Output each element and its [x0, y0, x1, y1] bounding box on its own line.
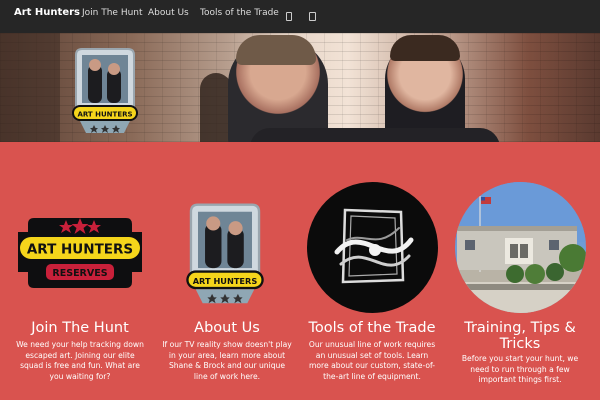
phone-icon[interactable] [286, 12, 292, 21]
hero-dark-window [0, 33, 60, 142]
hero-hair-shane [236, 35, 316, 65]
tools-sketch-icon [334, 208, 414, 284]
nav-item-about-us[interactable]: About Us [148, 8, 189, 18]
feature-text-training-tips-tricks: Before you start your hunt, we need to r… [461, 354, 579, 385]
building-photo-icon [455, 182, 586, 313]
hero-banner: ART HUNTERS [0, 33, 600, 142]
tablet-icon[interactable] [309, 12, 316, 21]
nav-item-join-the-hunt[interactable]: Join The Hunt [82, 8, 143, 18]
feature-title-about-us[interactable]: About Us [157, 320, 297, 336]
hero-hair-brock [390, 35, 460, 61]
feature-title-tools-of-the-trade[interactable]: Tools of the Trade [302, 320, 442, 336]
feature-title-training-tips-tricks[interactable]: Training, Tips & Tricks [450, 320, 590, 352]
feature-title-join-the-hunt[interactable]: Join The Hunt [10, 320, 150, 336]
about-badge-text: ART HUNTERS [193, 276, 258, 286]
reserves-badge-icon[interactable]: ART HUNTERS RESERVES [14, 212, 146, 294]
feature-text-about-us: If our TV reality show doesn't play in y… [162, 340, 292, 381]
reserves-badge-text: ART HUNTERS [27, 242, 133, 258]
reserves-badge-subtext: RESERVES [52, 268, 107, 279]
feature-text-tools-of-the-trade: Our unusual line of work requires an unu… [308, 340, 436, 381]
feature-text-join-the-hunt: We need your help tracking down escaped … [16, 340, 144, 381]
training-circle-image[interactable] [455, 182, 586, 313]
hero-shoulders [250, 128, 500, 142]
art-hunters-badge-icon[interactable]: ART HUNTERS [186, 200, 264, 308]
nav-item-tools-of-the-trade[interactable]: Tools of the Trade [200, 8, 279, 18]
art-hunters-logo: ART HUNTERS [72, 48, 138, 133]
brand-link[interactable]: Art Hunters [14, 7, 80, 18]
top-navbar: Art Hunters Join The Hunt About Us Tools… [0, 0, 600, 33]
tools-circle-image[interactable] [307, 182, 438, 313]
hero-logo-text: ART HUNTERS [77, 111, 132, 119]
